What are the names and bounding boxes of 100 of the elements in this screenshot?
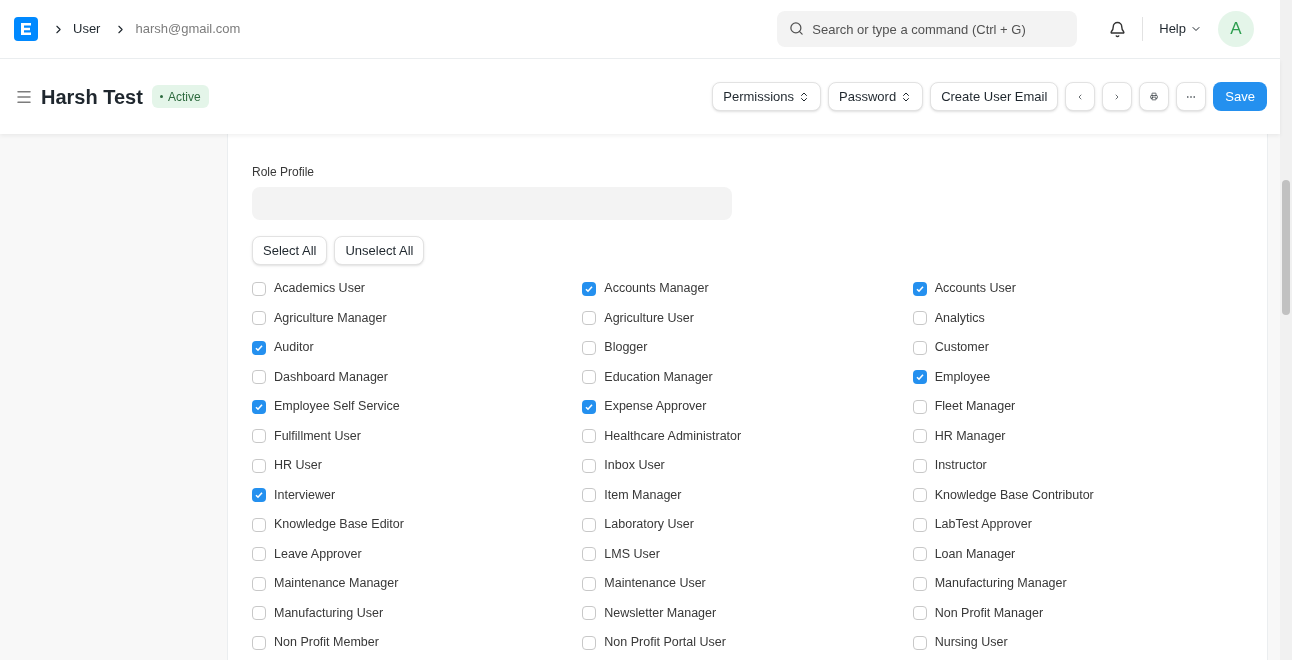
role-label: Loan Manager: [934, 545, 1016, 563]
checkbox[interactable]: [252, 458, 266, 473]
checkbox[interactable]: [582, 340, 597, 355]
role-label: Fulfillment User: [274, 427, 361, 445]
role-label: Expense Approver: [604, 398, 707, 416]
unselect-all-button[interactable]: Unselect All: [334, 236, 425, 265]
breadcrumb-link[interactable]: User: [73, 19, 101, 39]
role-label: Fleet Manager: [934, 398, 1016, 416]
checkbox[interactable]: [912, 488, 927, 503]
role-label: Dashboard Manager: [274, 368, 388, 386]
checkbox[interactable]: [252, 340, 266, 355]
checkbox[interactable]: [252, 606, 266, 621]
checkbox[interactable]: [912, 606, 927, 621]
role-label: Education Manager: [604, 368, 713, 386]
help-menu[interactable]: Help: [1159, 19, 1202, 39]
role-label: Knowledge Base Editor: [274, 516, 404, 534]
role-label: Nursing User: [934, 634, 1008, 652]
checkbox[interactable]: [252, 488, 266, 503]
checkbox[interactable]: [252, 429, 266, 444]
select-all-button[interactable]: Select All: [252, 236, 328, 265]
checkbox[interactable]: [582, 576, 597, 591]
role-label: LMS User: [604, 545, 660, 563]
checkbox[interactable]: [582, 635, 597, 650]
role-label: Agriculture User: [604, 309, 694, 327]
more-icon: [1187, 95, 1196, 98]
role-label: Auditor: [274, 339, 314, 357]
checkbox[interactable]: [912, 429, 927, 444]
role-label: Non Profit Manager: [934, 604, 1044, 622]
checkbox[interactable]: [252, 399, 266, 414]
search-icon: [789, 21, 805, 36]
notification-icon[interactable]: [1109, 20, 1127, 38]
checkbox[interactable]: [912, 547, 927, 562]
checkbox[interactable]: [582, 281, 597, 296]
checkbox[interactable]: [912, 311, 927, 326]
field-label: Role Profile: [252, 164, 316, 181]
role-label: LabTest Approver: [934, 516, 1032, 534]
checkbox[interactable]: [252, 311, 266, 326]
logo-icon: [20, 22, 32, 36]
action-button[interactable]: Create User Email: [930, 82, 1059, 111]
page-title: Harsh Test: [41, 84, 143, 110]
role-label: Newsletter Manager: [604, 604, 717, 622]
checkbox[interactable]: [252, 281, 266, 296]
checkbox[interactable]: [912, 458, 927, 473]
checkbox[interactable]: [912, 281, 927, 296]
checkbox[interactable]: [252, 576, 266, 591]
role-label: Non Profit Portal User: [604, 634, 726, 652]
checkbox[interactable]: [252, 517, 266, 532]
checkbox[interactable]: [912, 370, 927, 385]
checkmark-icon: [584, 401, 595, 412]
checkbox[interactable]: [582, 547, 597, 562]
checkmark-icon: [254, 490, 264, 501]
role-label: HR User: [274, 457, 322, 475]
role-label: Knowledge Base Contributor: [934, 486, 1094, 504]
checkbox[interactable]: [912, 635, 927, 650]
role-label: Accounts Manager: [604, 280, 709, 298]
role-label: Manufacturing Manager: [934, 575, 1067, 593]
role-label: Item Manager: [604, 486, 682, 504]
checkbox[interactable]: [582, 399, 597, 414]
search-field[interactable]: Search or type a command (Ctrl + G): [777, 11, 1078, 47]
more-button[interactable]: [1176, 82, 1207, 111]
role-label: Analytics: [934, 309, 985, 327]
role-label: Maintenance User: [604, 575, 706, 593]
role-label: Laboratory User: [604, 516, 694, 534]
role-label: Employee: [934, 368, 991, 386]
role-label: Healthcare Administrator: [604, 427, 742, 445]
checkbox[interactable]: [582, 370, 597, 385]
checkmark-icon: [914, 372, 925, 383]
role-label: Instructor: [934, 457, 987, 475]
dropdown-button[interactable]: Password: [828, 82, 924, 111]
checkbox[interactable]: [912, 576, 927, 591]
print-button[interactable]: [1139, 82, 1170, 111]
role-label: HR Manager: [934, 427, 1006, 445]
checkbox[interactable]: [252, 635, 266, 650]
role-label: Customer: [934, 339, 989, 357]
role-label: Agriculture Manager: [274, 309, 387, 327]
role-label: Manufacturing User: [274, 604, 384, 622]
checkbox[interactable]: [582, 311, 597, 326]
checkbox[interactable]: [252, 370, 266, 385]
checkbox[interactable]: [252, 547, 266, 562]
checkbox[interactable]: [912, 517, 927, 532]
dropdown-button[interactable]: Permissions: [712, 82, 822, 111]
next-button[interactable]: [1102, 82, 1133, 111]
role-label: Inbox User: [604, 457, 665, 475]
role-label: Interviewer: [274, 486, 336, 504]
role-label: Maintenance Manager: [274, 575, 399, 593]
role-label: Leave Approver: [274, 545, 362, 563]
checkbox[interactable]: [912, 399, 927, 414]
app-logo[interactable]: [14, 17, 38, 41]
checkmark-icon: [254, 342, 264, 353]
checkbox[interactable]: [582, 429, 597, 444]
checkbox[interactable]: [912, 340, 927, 355]
breadcrumb-link[interactable]: harsh@gmail.com: [135, 19, 241, 39]
checkbox[interactable]: [582, 458, 597, 473]
previous-button[interactable]: [1065, 82, 1096, 111]
role-label: Non Profit Member: [274, 634, 379, 652]
checkbox[interactable]: [582, 606, 597, 621]
checkmark-icon: [254, 401, 264, 412]
role-label: Employee Self Service: [274, 398, 400, 416]
checkbox[interactable]: [582, 488, 597, 503]
checkbox[interactable]: [582, 517, 597, 532]
